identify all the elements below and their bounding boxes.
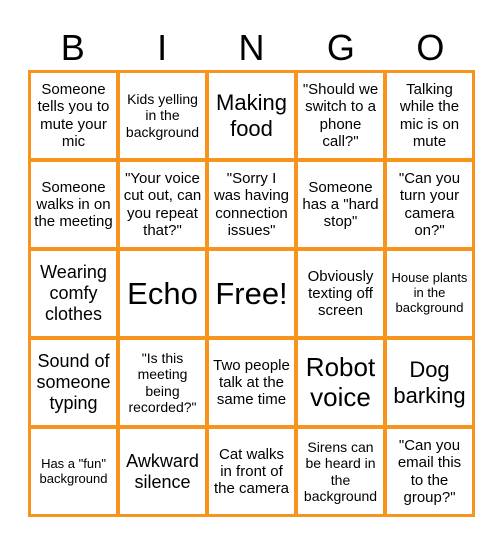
cell-text: Someone has a "hard stop": [302, 178, 379, 231]
cell-text: Someone tells you to mute your mic: [37, 81, 110, 150]
bingo-cell[interactable]: Echo: [120, 251, 205, 336]
cell-text: Making food: [216, 90, 287, 141]
cell-text: Robot voice: [305, 351, 376, 412]
bingo-cell[interactable]: Someone has a "hard stop": [298, 162, 383, 247]
cell-text: "Can you email this to the group?": [397, 437, 462, 506]
bingo-header: B I N G O: [28, 26, 475, 70]
bingo-cell[interactable]: Awkward silence: [120, 429, 205, 514]
cell-text: Wearing comfy clothes: [40, 262, 107, 324]
bingo-grid: Someone tells you to mute your mic Kids …: [28, 70, 475, 517]
cell-text: Has a "fun" background: [39, 455, 108, 486]
cell-text: House plants in the background: [391, 270, 468, 315]
cell-text: Awkward silence: [126, 450, 199, 492]
bingo-cell[interactable]: House plants in the background: [387, 251, 472, 336]
bingo-cell[interactable]: Wearing comfy clothes: [31, 251, 116, 336]
cell-text: Echo: [127, 275, 198, 311]
bingo-cell[interactable]: Obviously texting off screen: [298, 251, 383, 336]
bingo-cell[interactable]: Cat walks in front of the camera: [209, 429, 294, 514]
header-letter-o: O: [416, 27, 445, 68]
cell-text: "Your voice cut out, can you repeat that…: [123, 170, 202, 239]
cell-text: "Should we switch to a phone call?": [302, 81, 379, 150]
cell-text: Kids yelling in the background: [125, 91, 200, 140]
header-letter-b: B: [60, 27, 85, 68]
bingo-cell[interactable]: Making food: [209, 73, 294, 158]
cell-text: Cat walks in front of the camera: [213, 445, 290, 498]
bingo-cell[interactable]: Talking while the mic is on mute: [387, 73, 472, 158]
header-letter-n: N: [238, 27, 265, 68]
cell-text: Two people talk at the same time: [213, 356, 290, 409]
cell-text: Free!: [215, 275, 288, 311]
free-space[interactable]: Free!: [209, 251, 294, 336]
bingo-cell[interactable]: Robot voice: [298, 340, 383, 425]
header-letter-i: I: [157, 27, 168, 68]
bingo-cell[interactable]: Sirens can be heard in the background: [298, 429, 383, 514]
bingo-cell[interactable]: Sound of someone typing: [31, 340, 116, 425]
bingo-cell[interactable]: Someone tells you to mute your mic: [31, 73, 116, 158]
header-letter-g: G: [326, 27, 355, 68]
bingo-cell[interactable]: "Should we switch to a phone call?": [298, 73, 383, 158]
bingo-cell[interactable]: Dog barking: [387, 340, 472, 425]
bingo-cell[interactable]: "Can you turn your camera on?": [387, 162, 472, 247]
bingo-cell[interactable]: "Can you email this to the group?": [387, 429, 472, 514]
cell-text: Obviously texting off screen: [307, 267, 374, 320]
cell-text: "Sorry I was having connection issues": [213, 170, 290, 239]
bingo-cell[interactable]: Kids yelling in the background: [120, 73, 205, 158]
cell-text: Dog barking: [393, 357, 466, 408]
bingo-cell[interactable]: Someone walks in on the meeting: [31, 162, 116, 247]
cell-text: Talking while the mic is on mute: [399, 81, 460, 150]
bingo-cell[interactable]: Two people talk at the same time: [209, 340, 294, 425]
cell-text: Sound of someone typing: [36, 351, 111, 413]
cell-text: Someone walks in on the meeting: [34, 178, 113, 231]
bingo-cell[interactable]: "Is this meeting being recorded?": [120, 340, 205, 425]
bingo-cell[interactable]: Has a "fun" background: [31, 429, 116, 514]
cell-text: "Can you turn your camera on?": [398, 170, 461, 239]
bingo-cell[interactable]: "Your voice cut out, can you repeat that…: [120, 162, 205, 247]
bingo-cell[interactable]: "Sorry I was having connection issues": [209, 162, 294, 247]
cell-text: Sirens can be heard in the background: [303, 439, 378, 504]
cell-text: "Is this meeting being recorded?": [128, 350, 197, 415]
